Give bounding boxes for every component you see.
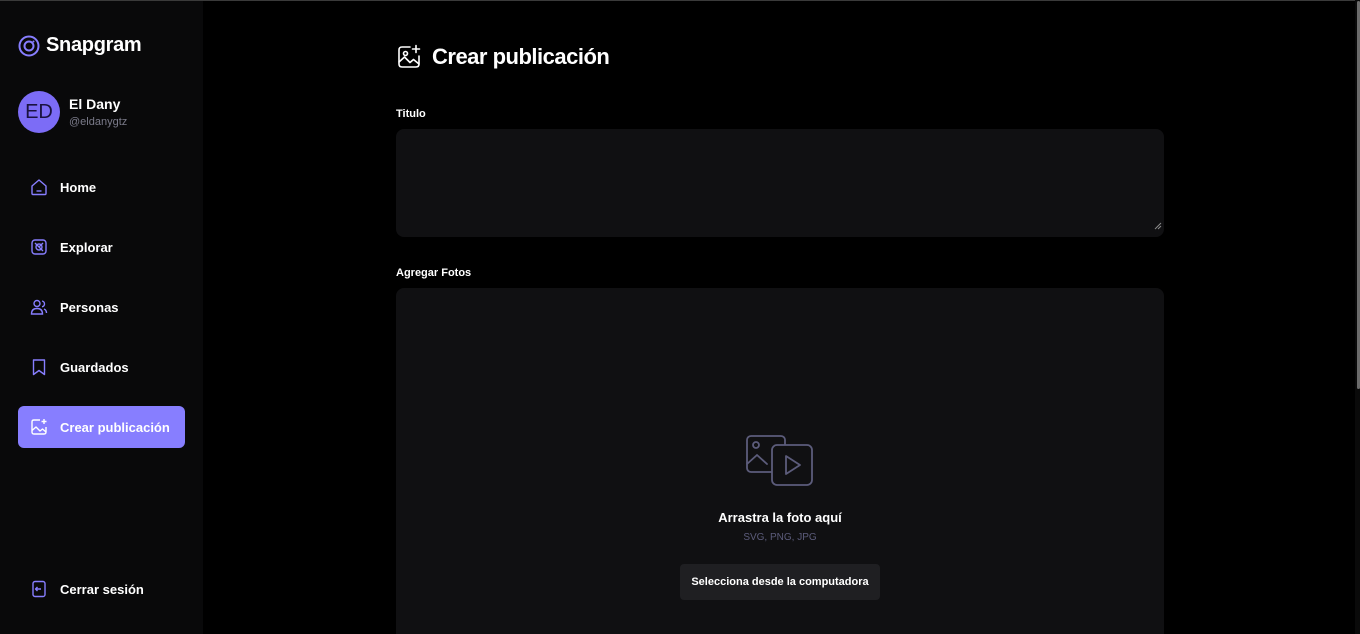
app-logo[interactable]: Snapgram <box>18 34 142 57</box>
page-title: Crear publicación <box>432 44 610 69</box>
user-profile[interactable]: ED El Dany @eldanygtz <box>18 91 127 133</box>
sidebar-item-label: Explorar <box>60 239 113 255</box>
sidebar-item-explorar[interactable]: Explorar <box>18 226 185 268</box>
title-label: Titulo <box>396 108 426 120</box>
app-name: Snapgram <box>46 34 142 56</box>
photos-label: Agregar Fotos <box>396 267 472 279</box>
home-icon <box>30 178 48 196</box>
avatar: ED <box>18 91 60 133</box>
sidebar-item-home[interactable]: Home <box>18 166 185 208</box>
explore-icon <box>30 238 48 256</box>
sidebar-item-crear-publicacion[interactable]: Crear publicación <box>18 406 185 448</box>
media-upload-icon <box>745 434 815 495</box>
logout-label: Cerrar sesión <box>60 581 144 597</box>
create-post-icon <box>396 44 422 70</box>
page-header: Crear publicación <box>396 44 610 70</box>
create-post-icon <box>30 418 48 436</box>
sidebar-item-guardados[interactable]: Guardados <box>18 346 185 388</box>
window-top-border <box>0 0 1360 1</box>
bookmark-icon <box>30 358 48 376</box>
sidebar-item-label: Home <box>60 179 97 195</box>
sidebar: Snapgram ED El Dany @eldanygtz Home Expl… <box>0 1 203 634</box>
dropzone-formats: SVG, PNG, JPG <box>743 532 817 543</box>
people-icon <box>30 298 48 316</box>
logout-icon <box>30 580 48 598</box>
resize-grip-icon[interactable] <box>1154 217 1162 235</box>
photo-dropzone[interactable]: Arrastra la foto aquí SVG, PNG, JPG Sele… <box>396 288 1164 634</box>
sidebar-item-label: Guardados <box>60 359 129 375</box>
sidebar-item-personas[interactable]: Personas <box>18 286 185 328</box>
select-from-computer-button[interactable]: Selecciona desde la computadora <box>680 564 880 600</box>
dropzone-title: Arrastra la foto aquí <box>718 510 842 525</box>
logout-button[interactable]: Cerrar sesión <box>18 568 185 610</box>
profile-handle: @eldanygtz <box>69 116 128 128</box>
logo-icon <box>18 35 40 57</box>
sidebar-item-label: Crear publicación <box>60 419 170 435</box>
profile-name: El Dany <box>69 96 121 112</box>
title-textarea[interactable] <box>396 129 1164 237</box>
sidebar-item-label: Personas <box>60 299 119 315</box>
